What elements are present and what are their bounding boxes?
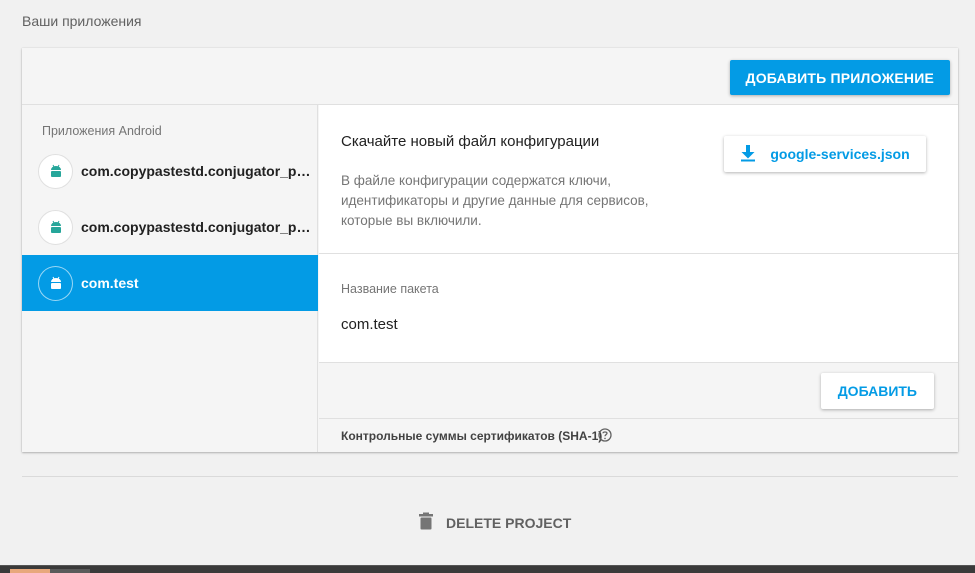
add-fingerprint-section: ДОБАВИТЬ <box>319 363 958 419</box>
trash-icon <box>418 512 434 533</box>
android-icon <box>38 265 73 301</box>
taskbar-item[interactable] <box>10 569 50 573</box>
app-details: Скачайте новый файл конфигурации В файле… <box>319 105 958 452</box>
android-icon <box>38 153 73 189</box>
sidebar-heading: Приложения Android <box>42 124 162 138</box>
package-name-label: Название пакета <box>341 282 439 296</box>
download-icon <box>740 144 756 165</box>
sha-section: Контрольные суммы сертификатов (SHA-1) <box>319 419 958 452</box>
sidebar-item-label: com.copypastestd.conjugator_pt.f... <box>81 163 311 179</box>
sidebar-item-app-3[interactable]: com.test <box>22 255 318 311</box>
sidebar-item-label: com.test <box>81 275 139 291</box>
apps-sidebar: Приложения Android com.copypastestd.conj… <box>22 105 318 452</box>
card-header: ДОБАВИТЬ ПРИЛОЖЕНИЕ <box>22 48 958 105</box>
delete-project-label: DELETE PROJECT <box>446 514 572 531</box>
sidebar-item-app-2[interactable]: com.copypastestd.conjugator_pt.f... <box>22 199 318 255</box>
config-download-section: Скачайте новый файл конфигурации В файле… <box>319 105 958 254</box>
config-title: Скачайте новый файл конфигурации <box>341 133 600 150</box>
download-config-button[interactable]: google-services.json <box>724 136 926 172</box>
help-icon[interactable] <box>598 428 612 442</box>
section-divider <box>22 476 958 477</box>
download-config-label: google-services.json <box>770 146 910 162</box>
config-description: В файле конфигурации содержатся ключи, и… <box>341 173 649 228</box>
delete-project-button[interactable]: DELETE PROJECT <box>418 512 571 533</box>
add-app-button[interactable]: ДОБАВИТЬ ПРИЛОЖЕНИЕ <box>729 60 950 95</box>
package-name-value: com.test <box>341 316 398 333</box>
android-icon <box>38 209 73 245</box>
sidebar-item-label: com.copypastestd.conjugator_pt.f... <box>81 219 311 235</box>
section-title: Ваши приложения <box>22 13 142 29</box>
sidebar-item-app-1[interactable]: com.copypastestd.conjugator_pt.f... <box>22 143 318 199</box>
package-name-section: Название пакета com.test <box>319 254 958 363</box>
taskbar <box>0 565 975 573</box>
apps-card: ДОБАВИТЬ ПРИЛОЖЕНИЕ Приложения Android c… <box>22 48 958 452</box>
add-fingerprint-button[interactable]: ДОБАВИТЬ <box>820 373 934 409</box>
taskbar-item[interactable] <box>50 569 90 573</box>
project-settings-page: Ваши приложения ДОБАВИТЬ ПРИЛОЖЕНИЕ Прил… <box>0 0 975 573</box>
sha-label: Контрольные суммы сертификатов (SHA-1) <box>341 429 603 443</box>
